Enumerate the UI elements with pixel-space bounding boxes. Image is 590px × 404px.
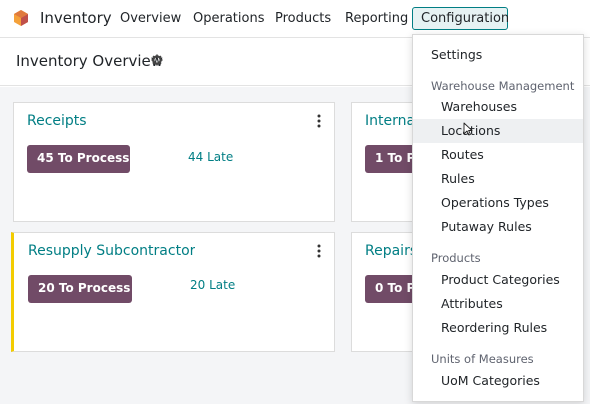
menu-item-reordering-rules[interactable]: Reordering Rules [413,316,583,340]
card-title[interactable]: Receipts [27,113,87,129]
late-link[interactable]: 20 Late [190,278,235,292]
card-resupply-subcontractor[interactable]: Resupply Subcontractor 20 To Process 20 … [11,232,335,352]
kebab-menu-icon[interactable] [317,244,321,258]
menu-item-operations-types[interactable]: Operations Types [413,191,583,215]
menu-item-locations[interactable]: Locations [413,119,583,143]
menu-item-routes[interactable]: Routes [413,143,583,167]
menu-item-attributes[interactable]: Attributes [413,292,583,316]
menu-item-putaway-rules[interactable]: Putaway Rules [413,215,583,239]
card-title[interactable]: Resupply Subcontractor [28,243,195,259]
late-link[interactable]: 44 Late [188,150,233,164]
to-process-button[interactable]: 20 To Process [28,275,132,303]
menu-section-warehouse-management: Warehouse Management [431,79,575,93]
menu-item-uom-categories[interactable]: UoM Categories [413,369,583,393]
card-receipts[interactable]: Receipts 45 To Process 44 Late [13,102,335,222]
menu-item-product-categories[interactable]: Product Categories [413,268,583,292]
nav-operations[interactable]: Operations [193,11,264,26]
menu-section-products: Products [431,251,481,265]
inventory-logo-icon[interactable] [12,9,30,27]
menu-item-warehouses[interactable]: Warehouses [413,95,583,119]
menu-item-rules[interactable]: Rules [413,167,583,191]
configuration-dropdown: Settings Warehouse Management Warehouses… [412,34,584,402]
nav-products[interactable]: Products [275,11,331,26]
page-title: Inventory Overview [16,52,164,70]
menu-item-settings[interactable]: Settings [413,43,583,67]
card-internal[interactable]: Interna 1 To Pr [351,102,422,222]
nav-reporting[interactable]: Reporting [345,11,408,26]
nav-configuration[interactable]: Configuration [412,7,509,30]
kebab-menu-icon[interactable] [317,114,321,128]
nav-overview[interactable]: Overview [120,11,181,26]
gear-icon[interactable] [151,54,163,66]
to-process-button[interactable]: 45 To Process [27,145,130,173]
top-navbar: Inventory Overview Operations Products R… [0,0,590,38]
menu-section-units-of-measures: Units of Measures [431,352,534,366]
mouse-pointer-icon [463,122,473,136]
app-name[interactable]: Inventory [40,9,112,27]
card-repairs[interactable]: Repairs 0 To Pr [351,232,422,352]
